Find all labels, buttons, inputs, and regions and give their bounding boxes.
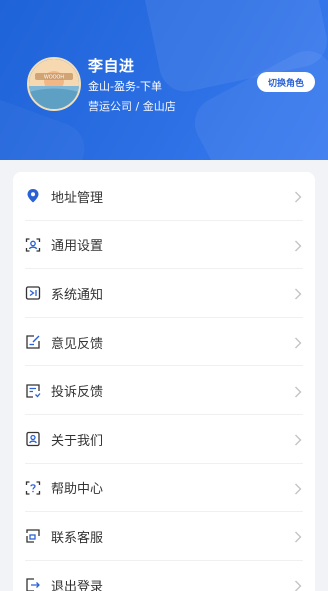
menu-item-label: 地址管理 [51, 190, 104, 206]
location-pin-icon [25, 188, 41, 204]
menu-card: 地址管理 通用设置 系统通知 意见反馈 投诉反馈 关于我们 帮助中心 联系客服 … [13, 172, 315, 591]
chevron-right-icon [293, 529, 303, 543]
menu-item-label: 通用设置 [51, 239, 104, 255]
chevron-right-icon [293, 189, 303, 203]
menu-item-customer-service[interactable]: 联系客服 [13, 512, 315, 561]
menu-item-address[interactable]: 地址管理 [13, 172, 315, 221]
chevron-right-icon [293, 384, 303, 398]
menu-item-logout[interactable]: 退出登录 [13, 561, 315, 591]
avatar-logo-text: WOOOH [44, 75, 64, 81]
menu-item-help-center[interactable]: 帮助中心 [13, 464, 315, 513]
menu-item-about-us[interactable]: 关于我们 [13, 415, 315, 464]
menu-item-label: 系统通知 [51, 287, 104, 303]
logout-icon [25, 577, 41, 591]
menu-item-label: 投诉反馈 [51, 385, 104, 401]
user-name: 李自进 [88, 57, 135, 75]
user-settings-icon [25, 237, 41, 253]
notification-icon [25, 285, 41, 301]
customer-service-icon [25, 528, 41, 544]
complaint-icon [25, 383, 41, 399]
menu-item-label: 意见反馈 [51, 336, 104, 352]
menu-item-general-settings[interactable]: 通用设置 [13, 221, 315, 270]
menu-item-label: 帮助中心 [51, 482, 104, 498]
menu-item-label: 关于我们 [51, 433, 104, 449]
menu-item-label: 退出登录 [51, 579, 104, 591]
profile-header: WOOOH 李自进 金山-盈务-下单 营运公司 / 金山店 切换角色 [0, 0, 328, 160]
user-organization: 营运公司 / 金山店 [88, 100, 176, 113]
chevron-right-icon [293, 481, 303, 495]
menu-item-complaint[interactable]: 投诉反馈 [13, 366, 315, 415]
chevron-right-icon [293, 238, 303, 252]
help-icon [25, 480, 41, 496]
avatar[interactable]: WOOOH [27, 57, 81, 111]
user-role: 金山-盈务-下单 [88, 80, 162, 93]
edit-feedback-icon [25, 334, 41, 350]
about-user-icon [25, 431, 41, 447]
chevron-right-icon [293, 432, 303, 446]
menu-item-label: 联系客服 [51, 530, 104, 546]
chevron-right-icon [293, 335, 303, 349]
chevron-right-icon [293, 578, 303, 591]
menu-item-feedback[interactable]: 意见反馈 [13, 318, 315, 367]
chevron-right-icon [293, 286, 303, 300]
menu-item-system-notification[interactable]: 系统通知 [13, 269, 315, 318]
switch-role-button[interactable]: 切换角色 [257, 72, 315, 92]
